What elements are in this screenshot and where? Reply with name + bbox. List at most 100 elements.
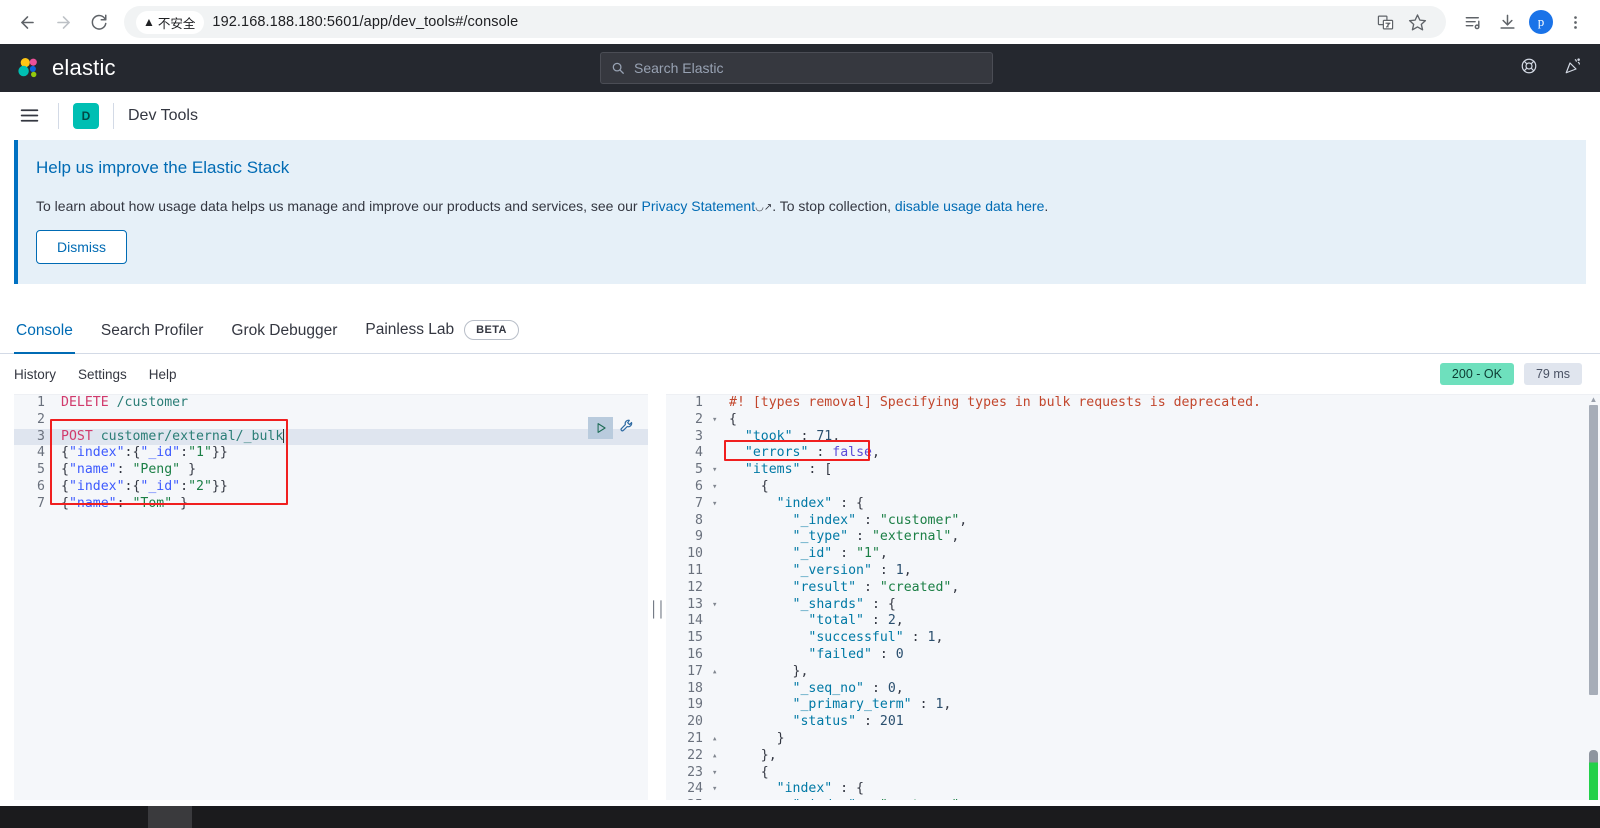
line-number: 5: [666, 462, 712, 479]
global-search-input[interactable]: Search Elastic: [600, 52, 993, 84]
code-line: 2 ▾ {: [666, 411, 1600, 429]
bookmark-button[interactable]: [1402, 7, 1432, 37]
taskbar-item[interactable]: [148, 806, 192, 828]
fold-toggle-icon[interactable]: ▴: [712, 731, 722, 748]
media-list-icon: [1465, 16, 1480, 29]
news-announcement-button[interactable]: [1564, 57, 1582, 80]
fold-toggle-icon[interactable]: ▾: [712, 781, 722, 798]
help-button[interactable]: [1520, 57, 1538, 80]
scrollbar-thumb[interactable]: [1589, 405, 1598, 695]
fold-toggle-icon[interactable]: [712, 395, 722, 412]
browser-menu-button[interactable]: [1560, 7, 1590, 37]
elastic-logo-link[interactable]: elastic: [16, 55, 116, 82]
line-number: 21: [666, 730, 712, 748]
tab-console[interactable]: Console: [14, 322, 75, 354]
fold-toggle-icon[interactable]: ▾: [712, 597, 722, 614]
address-bar[interactable]: ▲ 不安全 192.168.188.180:5601/app/dev_tools…: [124, 6, 1446, 38]
translate-button[interactable]: [1370, 7, 1400, 37]
line-text: {"name": "Tom" }: [61, 495, 189, 511]
line-text: "status" : 201: [792, 714, 904, 730]
header-icon-group: [1520, 57, 1582, 80]
response-viewer[interactable]: 1 #! [types removal] Specifying types in …: [666, 394, 1600, 824]
response-scrollbar[interactable]: ▲: [1587, 395, 1600, 824]
fold-toggle-icon[interactable]: ▴: [712, 748, 722, 765]
fold-toggle-icon[interactable]: [712, 445, 722, 462]
fold-toggle-icon[interactable]: [712, 630, 722, 647]
pane-resize-handle[interactable]: ││: [648, 394, 666, 824]
latency-badge: 79 ms: [1523, 363, 1582, 385]
fold-toggle-icon[interactable]: ▾: [712, 412, 722, 429]
line-number: 20: [666, 714, 712, 731]
line-number: 9: [666, 529, 712, 547]
downloads-button[interactable]: [1492, 7, 1522, 37]
fold-toggle-icon[interactable]: [712, 613, 722, 630]
external-link-icon: ◡↗: [755, 202, 773, 213]
fold-toggle-icon[interactable]: ▾: [712, 462, 722, 479]
subnav-settings[interactable]: Settings: [78, 367, 127, 382]
reading-list-button[interactable]: [1458, 7, 1488, 37]
forward-button[interactable]: [46, 5, 80, 39]
request-editor[interactable]: 1 DELETE /customer 2 3 POST customer/externa…: [14, 394, 648, 824]
code-line: 3 "took" : 71,: [666, 428, 1600, 446]
tab-search-profiler-label: Search Profiler: [100, 322, 204, 339]
line-text: "index" : {: [776, 781, 864, 797]
line-number: 16: [666, 646, 712, 664]
fold-toggle-icon[interactable]: [712, 580, 722, 597]
code-line: 6 ▾ {: [666, 478, 1600, 496]
code-line: 4 {"index":{"_id":"1"}}: [14, 445, 648, 463]
line-number: 6: [666, 478, 712, 496]
fold-toggle-icon[interactable]: [712, 563, 722, 580]
line-text: {"index":{"_id":"2"}}: [61, 478, 228, 494]
fold-toggle-icon[interactable]: [712, 697, 722, 714]
fold-toggle-icon[interactable]: [712, 681, 722, 698]
line-text: }: [729, 730, 785, 746]
global-search-placeholder: Search Elastic: [634, 60, 724, 76]
telemetry-callout: Help us improve the Elastic Stack To lea…: [14, 140, 1586, 284]
run-action-group: [588, 417, 635, 439]
dev-tools-tabs: Console Search Profiler Grok Debugger Pa…: [0, 306, 1600, 354]
subnav-help[interactable]: Help: [149, 367, 177, 382]
line-text: "_seq_no" : 0,: [792, 680, 904, 696]
fold-toggle-icon[interactable]: [712, 529, 722, 546]
line-number: 22: [666, 747, 712, 765]
fold-toggle-icon[interactable]: [712, 513, 722, 530]
fold-toggle-icon[interactable]: [712, 647, 722, 664]
request-editor-code[interactable]: 1 DELETE /customer 2 3 POST customer/externa…: [14, 395, 648, 513]
reload-icon: [91, 14, 107, 30]
app-nav-bar: D Dev Tools: [0, 92, 1600, 140]
fold-toggle-icon[interactable]: [712, 714, 722, 731]
code-line: 16 "failed" : 0: [666, 646, 1600, 664]
fold-toggle-icon[interactable]: ▾: [712, 479, 722, 496]
disable-usage-data-link[interactable]: disable usage data here: [895, 198, 1044, 214]
profile-button[interactable]: p: [1526, 7, 1556, 37]
security-status-chip[interactable]: ▲ 不安全: [136, 10, 205, 34]
line-text: "failed" : 0: [808, 646, 904, 662]
fold-toggle-icon[interactable]: ▾: [712, 496, 722, 513]
fold-toggle-icon[interactable]: ▴: [712, 664, 722, 681]
warning-triangle-icon: ▲: [143, 15, 155, 29]
subnav-history[interactable]: History: [14, 367, 56, 382]
forward-arrow-icon: [56, 15, 70, 29]
tab-painless-lab[interactable]: Painless Lab BETA: [363, 320, 521, 353]
send-request-button[interactable]: [588, 417, 613, 439]
privacy-statement-link[interactable]: Privacy Statement: [641, 198, 755, 214]
line-text: DELETE /customer: [61, 395, 189, 410]
main-menu-button[interactable]: [14, 101, 44, 131]
code-line: 1 #! [types removal] Specifying types in …: [666, 395, 1600, 412]
play-run-icon: [597, 423, 606, 433]
tab-grok-debugger[interactable]: Grok Debugger: [229, 322, 339, 353]
back-button[interactable]: [10, 5, 44, 39]
tab-painless-lab-label: Painless Lab: [365, 321, 455, 338]
scroll-up-arrow-icon[interactable]: ▲: [1590, 395, 1598, 405]
request-options-button[interactable]: [619, 418, 635, 439]
line-text: {: [729, 764, 769, 780]
security-status-label: 不安全: [157, 16, 196, 31]
fold-toggle-icon[interactable]: [712, 429, 722, 446]
fold-toggle-icon[interactable]: [712, 546, 722, 563]
fold-toggle-icon[interactable]: ▾: [712, 765, 722, 782]
reload-button[interactable]: [82, 5, 116, 39]
line-number: 24: [666, 781, 712, 799]
line-text: {"index":{"_id":"1"}}: [61, 445, 228, 461]
dismiss-button[interactable]: Dismiss: [36, 230, 127, 264]
tab-search-profiler[interactable]: Search Profiler: [99, 322, 206, 353]
